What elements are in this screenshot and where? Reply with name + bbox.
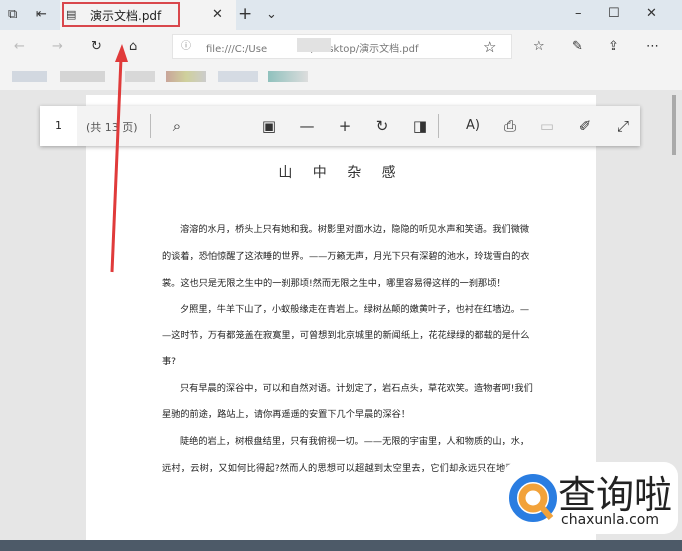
watermark-logo-icon — [509, 474, 557, 522]
taskbar-edge — [0, 540, 682, 551]
watermark-text: 查询啦 — [558, 473, 673, 517]
watermark-url: chaxunla.com — [561, 512, 659, 528]
watermark: 查询啦 chaxunla.com — [503, 462, 678, 534]
